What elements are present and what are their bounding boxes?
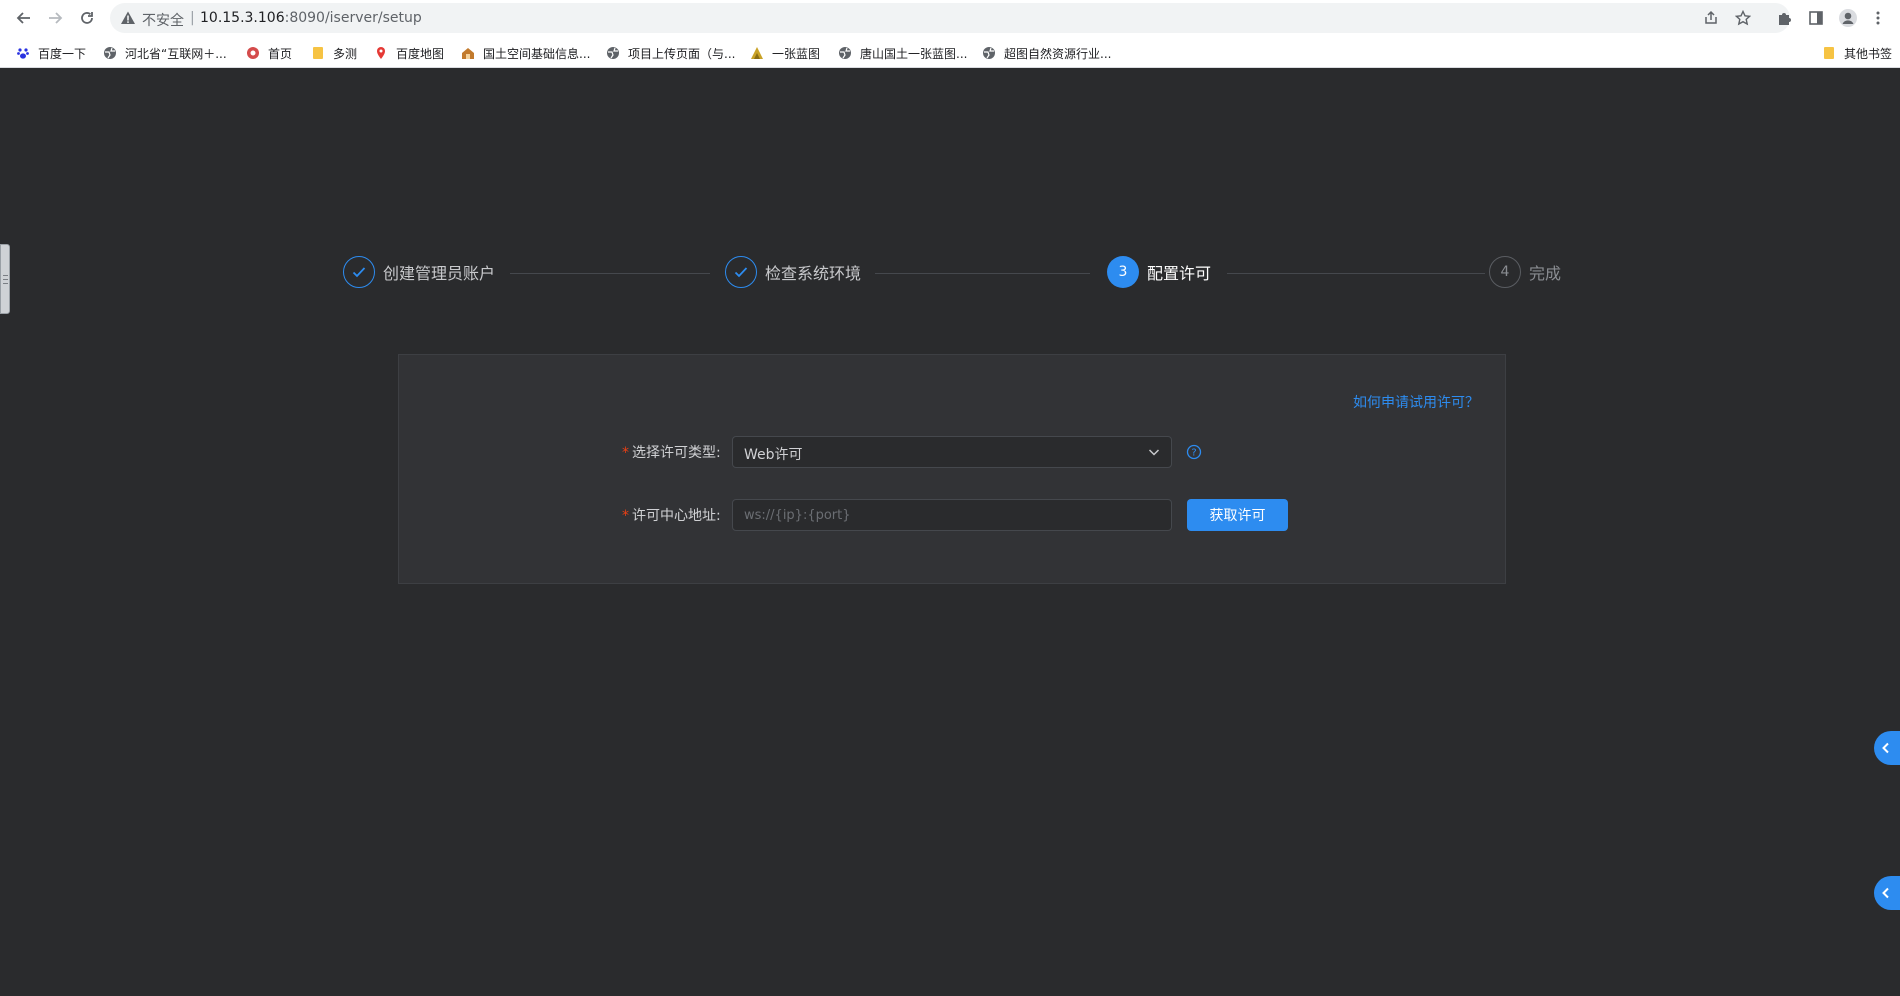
- bookmark-item[interactable]: 首页: [246, 44, 292, 62]
- bookmark-item[interactable]: 多测: [311, 44, 357, 62]
- star-icon: [1735, 10, 1751, 26]
- bookmark-label: 百度地图: [396, 46, 445, 61]
- side-drag-handle[interactable]: [0, 244, 10, 314]
- globe-icon: [103, 46, 117, 60]
- globe-icon: [838, 46, 852, 60]
- get-license-button[interactable]: 获取许可: [1187, 499, 1288, 531]
- back-button[interactable]: [12, 6, 36, 30]
- step-connector: [510, 273, 710, 274]
- folder-icon: [311, 46, 325, 60]
- bookmark-label: 首页: [268, 46, 293, 61]
- step-label: 检查系统环境: [765, 264, 862, 283]
- side-panel-button[interactable]: [1804, 6, 1828, 30]
- license-center-input[interactable]: [732, 499, 1172, 531]
- warning-icon: [121, 11, 135, 24]
- bookmark-label: 超图自然资源行业...: [1004, 46, 1112, 61]
- bookmark-label: 百度一下: [38, 46, 87, 61]
- chevron-left-icon: [1882, 887, 1889, 899]
- bookmark-label: 项目上传页面（与...: [628, 46, 736, 61]
- bookmark-item[interactable]: 百度一下: [16, 44, 86, 62]
- address-separator: |: [190, 10, 195, 26]
- avatar-icon: [1839, 9, 1857, 27]
- bookmark-item[interactable]: 一张蓝图: [750, 44, 820, 62]
- site-icon: [246, 46, 260, 60]
- globe-icon: [606, 46, 620, 60]
- step-finish: 4 完成: [1489, 255, 1561, 289]
- url-host: 10.15.3.106: [200, 10, 285, 26]
- bookmark-label: 多测: [333, 46, 358, 61]
- license-config-panel: 如何申请试用许可？ *选择许可类型: Web许可 ? *许可中心地址: 获取许可: [398, 354, 1506, 584]
- svg-text:?: ?: [1191, 448, 1196, 459]
- setup-page: 创建管理员账户 检查系统环境 3 配置许可 4 完成 如何申请试用许可？ * 选择…: [0, 69, 1900, 996]
- paw-icon: [16, 46, 30, 60]
- puzzle-icon: [1779, 13, 1791, 25]
- map-pin-icon: [374, 46, 388, 60]
- step-check-env: 检查系统环境: [725, 255, 861, 289]
- license-type-value: Web许可: [744, 447, 803, 463]
- forward-arrow-icon: [49, 12, 63, 24]
- url-text: 10.15.3.106:8090/iserver/setup: [200, 10, 422, 26]
- bookmark-item[interactable]: 百度地图: [374, 44, 444, 62]
- bookmark-item[interactable]: 国土空间基础信息...: [461, 44, 590, 62]
- required-mark: *: [622, 508, 629, 524]
- reload-icon: [81, 12, 93, 24]
- step-label: 完成: [1529, 264, 1562, 283]
- other-bookmarks-label: 其他书签: [1844, 46, 1893, 61]
- bookmark-label: 唐山国土一张蓝图...: [860, 46, 968, 61]
- step-configure-license: 3 配置许可: [1107, 255, 1211, 289]
- side-expand-button[interactable]: [1874, 876, 1900, 910]
- step-connector: [875, 273, 1090, 274]
- bookmark-item[interactable]: 河北省“互联网＋...: [103, 44, 227, 62]
- required-mark: *: [622, 445, 629, 461]
- url-path: :8090/iserver/setup: [284, 10, 422, 26]
- house-icon: [461, 46, 475, 60]
- insecure-label: 不安全: [142, 13, 184, 29]
- globe-icon: [982, 46, 996, 60]
- bookmark-item[interactable]: 超图自然资源行业...: [982, 44, 1111, 62]
- reload-button[interactable]: [75, 6, 99, 30]
- license-type-label: * 选择许可类型:: [622, 442, 721, 462]
- profile-button[interactable]: [1836, 6, 1860, 30]
- site-icon: [750, 46, 764, 60]
- chevron-left-icon: [1882, 742, 1889, 754]
- kebab-menu-icon: [1876, 11, 1880, 25]
- browser-toolbar: 不安全 | 10.15.3.106:8090/iserver/setup: [0, 0, 1900, 36]
- bookmark-label: 国土空间基础信息...: [483, 46, 591, 61]
- bookmark-item[interactable]: 项目上传页面（与...: [606, 44, 735, 62]
- license-center-label-text: 许可中心地址:: [632, 508, 721, 524]
- license-type-select[interactable]: Web许可: [732, 436, 1172, 468]
- step-label: 配置许可: [1147, 264, 1212, 283]
- chevron-down-icon: [1148, 449, 1160, 456]
- help-icon[interactable]: ?: [1186, 444, 1202, 460]
- step-number: 3: [1107, 256, 1139, 288]
- license-center-label: * 许可中心地址:: [622, 505, 721, 525]
- side-panel-icon: [1809, 11, 1823, 25]
- license-type-label-text: 选择许可类型:: [632, 445, 721, 461]
- other-bookmarks[interactable]: 其他书签: [1822, 44, 1892, 62]
- share-icon: [1705, 10, 1717, 24]
- check-icon: [725, 256, 757, 288]
- step-connector: [1227, 273, 1485, 274]
- back-arrow-icon: [16, 12, 30, 24]
- bookmark-star-button[interactable]: [1732, 7, 1754, 29]
- share-button[interactable]: [1700, 7, 1722, 29]
- step-create-admin: 创建管理员账户: [343, 255, 495, 289]
- bookmark-item[interactable]: 唐山国土一张蓝图...: [838, 44, 967, 62]
- folder-icon: [1822, 46, 1836, 60]
- extensions-button[interactable]: [1772, 6, 1796, 30]
- bookmarks-bar: 百度一下 河北省“互联网＋... 首页 多测 百度地图 国土空间基础信息... …: [0, 36, 1900, 68]
- step-label: 创建管理员账户: [383, 264, 496, 283]
- address-bar[interactable]: 不安全 | 10.15.3.106:8090/iserver/setup: [110, 3, 1790, 33]
- bookmark-label: 河北省“互联网＋...: [125, 46, 227, 61]
- step-number: 4: [1489, 256, 1521, 288]
- check-icon: [343, 256, 375, 288]
- bookmark-label: 一张蓝图: [772, 46, 821, 61]
- browser-menu-button[interactable]: [1866, 6, 1890, 30]
- side-expand-button[interactable]: [1874, 731, 1900, 765]
- forward-button[interactable]: [43, 6, 67, 30]
- apply-trial-license-link[interactable]: 如何申请试用许可？: [1353, 392, 1479, 412]
